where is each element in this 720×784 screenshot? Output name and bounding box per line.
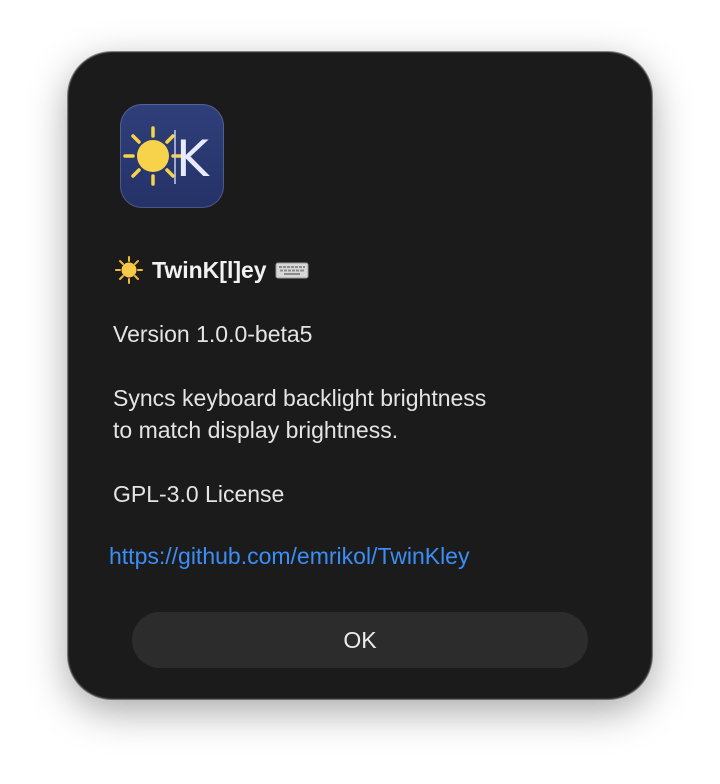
ok-button-label: OK — [343, 626, 377, 653]
sun-icon — [114, 255, 144, 285]
app-name: TwinK[l]ey — [152, 256, 267, 283]
github-link[interactable]: https://github.com/emrikol/TwinKley — [109, 540, 469, 572]
ok-button[interactable]: OK — [132, 612, 588, 668]
app-icon: K — [120, 104, 224, 208]
screen: K TwinK[l]ey Version 1.0.0-beta5 Syncs k… — [0, 0, 720, 784]
description: Syncs keyboard backlight brightness to m… — [113, 382, 486, 446]
keyboard-icon — [275, 259, 309, 281]
app-title: TwinK[l]ey — [114, 255, 309, 285]
about-dialog: K TwinK[l]ey Version 1.0.0-beta5 Syncs k… — [68, 52, 652, 699]
description-line: Syncs keyboard backlight brightness — [113, 385, 487, 411]
version-text: Version 1.0.0-beta5 — [113, 321, 313, 347]
description-line: to match display brightness. — [113, 417, 399, 443]
sun-keyboard-app-icon: K — [123, 126, 210, 188]
svg-text:K: K — [176, 130, 210, 188]
license-text: GPL-3.0 License — [113, 481, 285, 507]
